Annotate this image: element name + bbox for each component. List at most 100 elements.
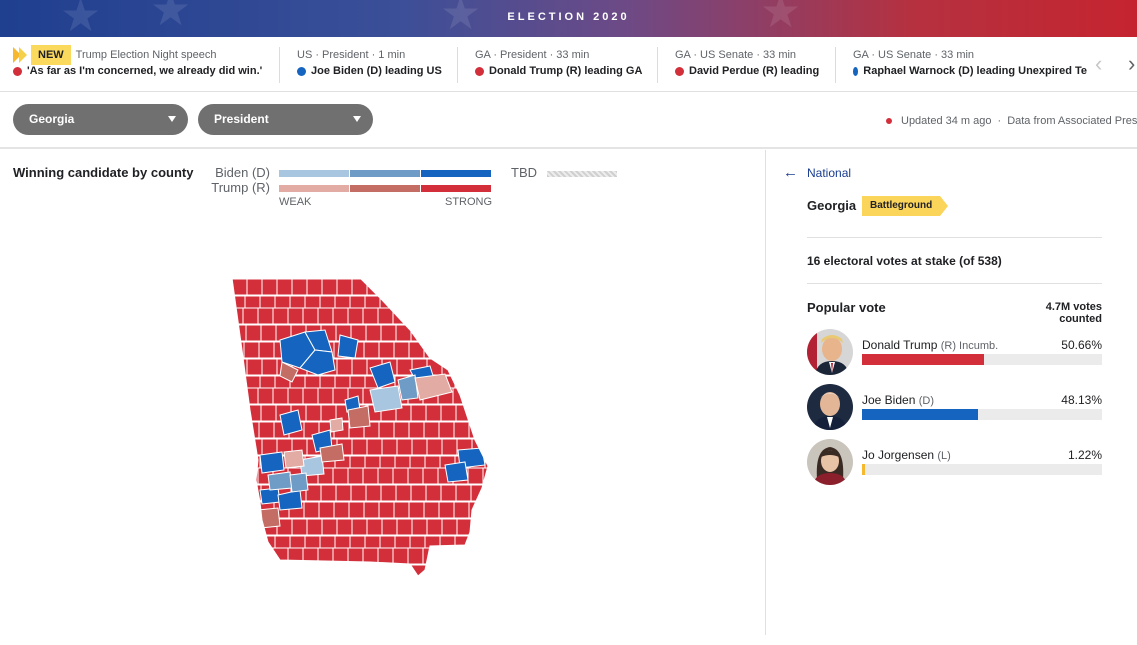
county-cell xyxy=(469,295,486,313)
banner-title: ELECTION 2020 xyxy=(507,11,630,23)
county-cell xyxy=(471,358,488,376)
county-cell xyxy=(351,358,368,376)
candidate-avatar xyxy=(807,384,853,430)
county-cell xyxy=(438,341,455,359)
ticker-item[interactable]: NEW Trump Election Night speech 'As far … xyxy=(13,45,273,83)
county-cell xyxy=(272,307,289,325)
county-muscogee[interactable] xyxy=(259,451,285,474)
county-cell xyxy=(392,467,409,485)
county-cell xyxy=(453,341,470,359)
county-terrell[interactable] xyxy=(289,472,309,493)
county-randolph[interactable] xyxy=(267,471,293,491)
county-cell xyxy=(486,438,488,456)
county-twiggs[interactable] xyxy=(329,417,344,433)
county-cell xyxy=(423,501,440,519)
arrow-left-icon: ← xyxy=(783,164,798,181)
county-cell xyxy=(291,278,308,296)
county-cell xyxy=(409,295,426,313)
county-washington[interactable] xyxy=(347,405,371,429)
county-cell xyxy=(232,564,247,576)
county-cell xyxy=(484,375,488,393)
party-dot-icon xyxy=(13,66,22,76)
county-cell xyxy=(484,535,488,553)
candidate-row-biden[interactable]: Joe Biden (D) 48.13% xyxy=(807,384,1102,432)
county-cell xyxy=(243,341,260,359)
election-banner: ★ ★ ★ ★ ELECTION 2020 xyxy=(0,0,1137,37)
state-dropdown[interactable]: Georgia xyxy=(13,104,188,135)
divider xyxy=(807,237,1102,238)
county-cell xyxy=(439,295,456,313)
county-cell xyxy=(275,564,292,576)
county-webster[interactable] xyxy=(283,449,305,469)
candidate-row-trump[interactable]: Donald Trump (R) Incumb. 50.66% xyxy=(807,329,1102,377)
chevron-right-icon[interactable]: › xyxy=(1128,51,1135,77)
county-cell xyxy=(317,307,334,325)
legend-biden-weak xyxy=(279,170,349,177)
ticker-item[interactable]: US · President · 1 min Joe Biden (D) lea… xyxy=(279,47,457,83)
chevron-left-icon[interactable]: ‹ xyxy=(1095,51,1102,77)
county-cell xyxy=(381,518,398,536)
party-dot-icon xyxy=(675,66,684,76)
ticker-item[interactable]: GA · US Senate · 33 min David Perdue (R)… xyxy=(657,47,835,83)
county-cell xyxy=(486,518,488,536)
county-cell xyxy=(350,564,367,576)
county-cell xyxy=(439,535,456,553)
county-cell xyxy=(486,278,488,296)
county-cell xyxy=(482,307,488,325)
county-cell xyxy=(366,438,383,456)
county-cell xyxy=(335,484,352,502)
county-cell xyxy=(455,324,472,342)
county-cell xyxy=(336,278,353,296)
county-cell xyxy=(246,438,263,456)
map-heading: Winning candidate by county xyxy=(13,165,194,180)
county-cell xyxy=(348,501,365,519)
county-cell xyxy=(287,547,304,565)
county-cell xyxy=(321,278,338,296)
county-cell xyxy=(245,324,262,342)
county-cell xyxy=(291,518,308,536)
county-cell xyxy=(453,421,470,439)
county-cell xyxy=(392,547,409,565)
legend-strong-label: STRONG xyxy=(445,196,493,208)
county-cell xyxy=(244,535,261,553)
ticker-item[interactable]: GA · US Senate · 33 min Raphael Warnock … xyxy=(835,47,1087,83)
county-cell xyxy=(467,387,484,405)
county-cell xyxy=(336,518,353,536)
county-cell xyxy=(408,501,425,519)
county-cell xyxy=(408,421,425,439)
back-to-national-link[interactable]: ← National xyxy=(783,164,851,181)
county-cell xyxy=(232,535,246,553)
county-cell xyxy=(482,547,488,565)
race-dropdown[interactable]: President xyxy=(198,104,373,135)
county-liberty[interactable] xyxy=(444,461,469,483)
county-baldwin[interactable] xyxy=(369,385,403,413)
electoral-votes-text: 16 electoral votes at stake (of 538) xyxy=(807,254,1002,268)
update-status: Updated 34 m ago · Data from Associated … xyxy=(886,115,1137,127)
county-cell xyxy=(381,278,398,296)
county-cell xyxy=(351,438,368,456)
candidate-row-jorgensen[interactable]: Jo Jorgensen (L) 1.22% xyxy=(807,439,1102,487)
county-cell xyxy=(425,564,442,576)
county-cell xyxy=(396,358,413,376)
county-cell xyxy=(317,387,334,405)
county-cell xyxy=(470,564,487,576)
county-cell xyxy=(232,404,247,422)
county-bibb[interactable] xyxy=(279,409,303,436)
georgia-county-map[interactable] xyxy=(220,270,500,610)
ticker-item[interactable]: GA · President · 33 min Donald Trump (R)… xyxy=(457,47,657,83)
county-cell xyxy=(394,295,411,313)
county-cell xyxy=(395,484,412,502)
county-cell xyxy=(407,547,424,565)
county-cell xyxy=(440,484,457,502)
county-cell xyxy=(485,404,488,422)
county-cell xyxy=(455,484,472,502)
county-cell xyxy=(440,404,457,422)
vote-bar-fill xyxy=(862,354,984,365)
county-cell xyxy=(258,421,275,439)
state-summary-panel: ← National Georgia Battleground 16 elect… xyxy=(767,150,1137,635)
legend-weak-label: WEAK xyxy=(279,196,312,208)
county-cell xyxy=(351,518,368,536)
county-cell xyxy=(232,467,244,485)
county-cell xyxy=(347,467,364,485)
county-cell xyxy=(261,358,278,376)
